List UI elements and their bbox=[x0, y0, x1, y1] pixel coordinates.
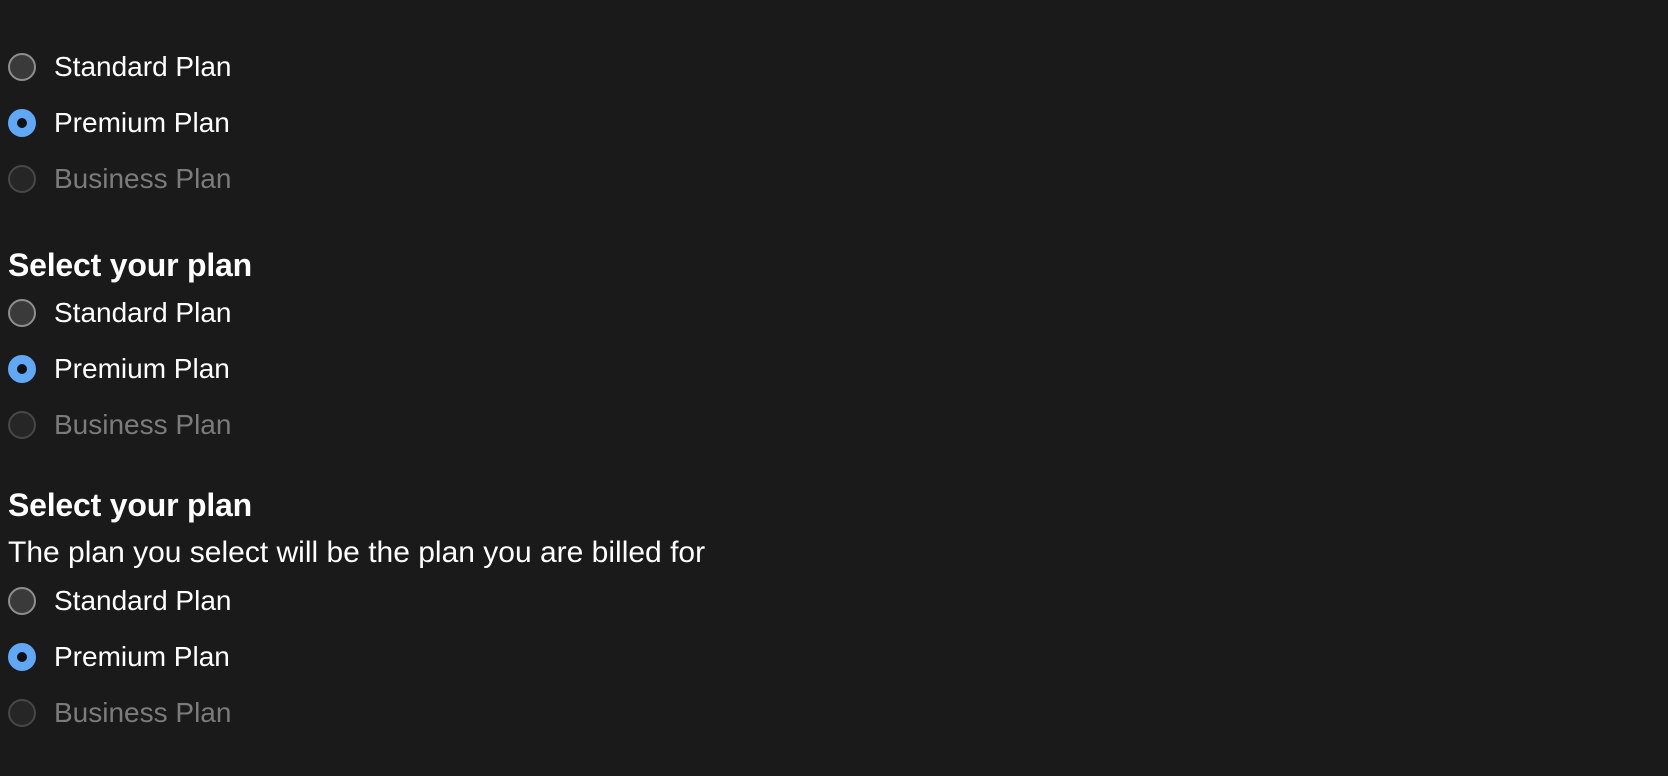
radio-label: Standard Plan bbox=[54, 51, 232, 82]
radio-unchecked-icon[interactable] bbox=[8, 53, 36, 81]
radio-option-business: Business Plan bbox=[8, 685, 705, 741]
radio-disabled-icon bbox=[8, 699, 36, 727]
radio-disabled-icon bbox=[8, 411, 36, 439]
radio-label: Premium Plan bbox=[54, 107, 230, 138]
radio-option-standard[interactable]: Standard Plan bbox=[8, 573, 705, 629]
radio-option-standard[interactable]: Standard Plan bbox=[8, 285, 252, 341]
radio-checked-icon[interactable] bbox=[8, 643, 36, 671]
radio-label: Premium Plan bbox=[54, 353, 230, 384]
radio-label: Business Plan bbox=[54, 409, 232, 440]
radio-option-premium[interactable]: Premium Plan bbox=[8, 95, 231, 151]
radio-unchecked-icon[interactable] bbox=[8, 587, 36, 615]
radio-group-2: Select your plan Standard Plan Premium P… bbox=[8, 245, 252, 453]
radio-option-standard[interactable]: Standard Plan bbox=[8, 39, 231, 95]
group-heading: Select your plan bbox=[8, 487, 252, 523]
radio-label: Premium Plan bbox=[54, 641, 230, 672]
radio-label: Standard Plan bbox=[54, 297, 232, 328]
radio-label: Business Plan bbox=[54, 697, 232, 728]
radio-group-3: Select your plan The plan you select wil… bbox=[8, 485, 705, 741]
group-heading: Select your plan bbox=[8, 247, 252, 283]
radio-label: Standard Plan bbox=[54, 585, 232, 616]
radio-label: Business Plan bbox=[54, 163, 232, 194]
radio-option-business: Business Plan bbox=[8, 151, 231, 207]
radio-option-business: Business Plan bbox=[8, 397, 252, 453]
radio-checked-icon[interactable] bbox=[8, 355, 36, 383]
radio-disabled-icon bbox=[8, 165, 36, 193]
radio-option-premium[interactable]: Premium Plan bbox=[8, 629, 705, 685]
radio-checked-icon[interactable] bbox=[8, 109, 36, 137]
group-description: The plan you select will be the plan you… bbox=[8, 536, 706, 569]
radio-unchecked-icon[interactable] bbox=[8, 299, 36, 327]
radio-group-1: Standard Plan Premium Plan Business Plan bbox=[8, 39, 231, 207]
radio-option-premium[interactable]: Premium Plan bbox=[8, 341, 252, 397]
